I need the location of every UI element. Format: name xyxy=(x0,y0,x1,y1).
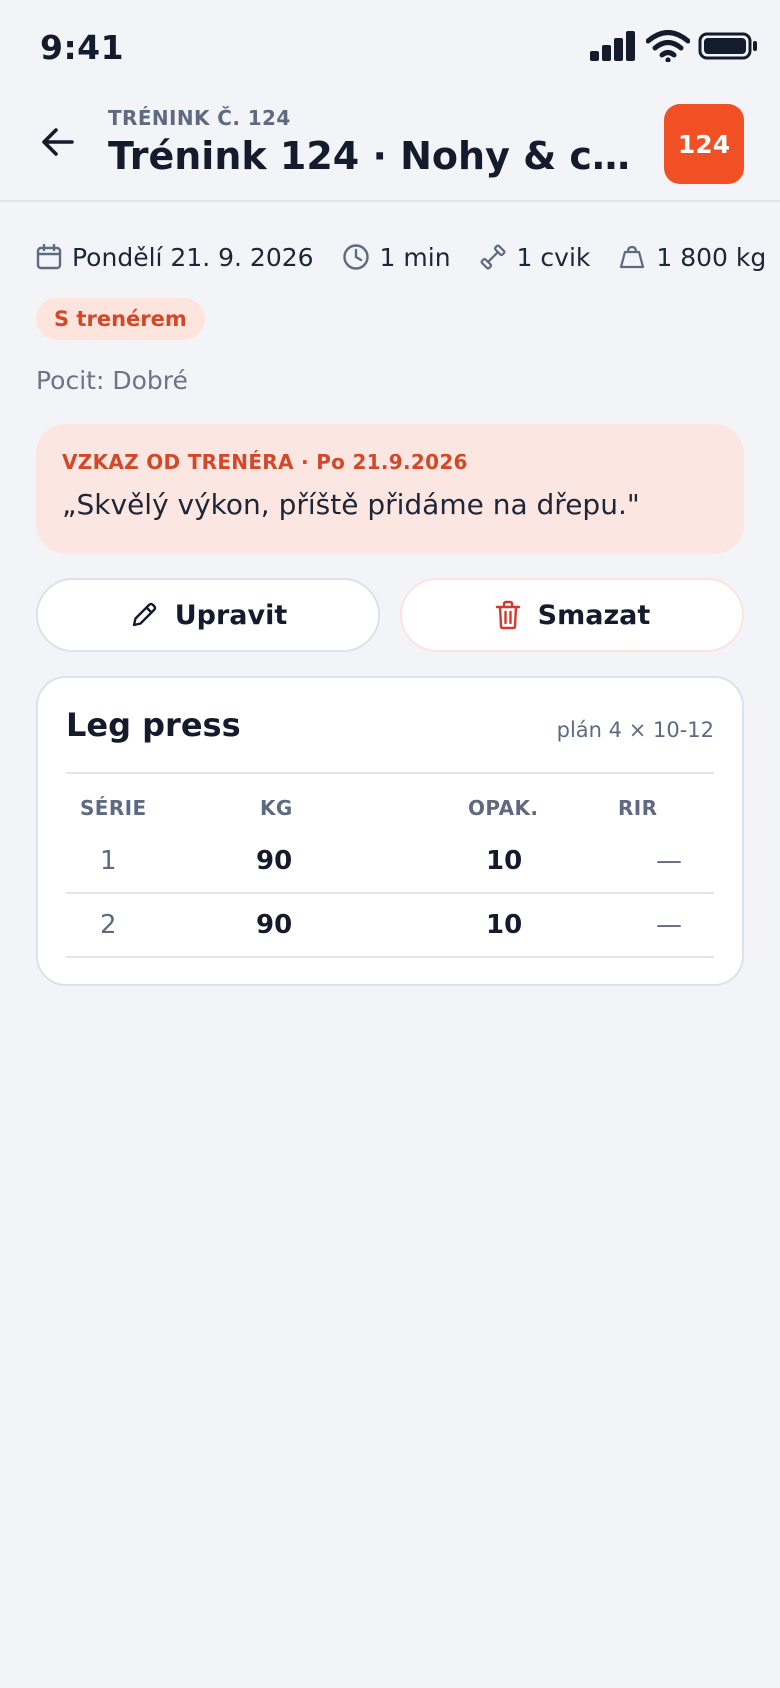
col-head-kg: KG xyxy=(260,796,293,820)
exercise-plan: plán 4 × 10-12 xyxy=(556,718,714,742)
workout-detail-screen: 9:41 TRÉNINK Č. 124 Trénink 124 · Nohy &… xyxy=(0,0,780,1688)
edit-button[interactable]: Upravit xyxy=(36,578,380,652)
trash-icon xyxy=(495,600,520,630)
workout-meta: Pondělí 21. 9. 2026 1 min 1 cvik 1 800 k… xyxy=(36,238,780,276)
card-divider xyxy=(66,772,714,774)
row-divider xyxy=(66,892,714,894)
row-divider xyxy=(66,956,714,958)
row-kg: 90 xyxy=(256,910,293,940)
meta-duration: 1 min xyxy=(342,243,451,272)
status-time: 9:41 xyxy=(40,28,125,67)
meta-volume: 1 800 kg xyxy=(618,243,766,272)
meta-date-label: Pondělí 21. 9. 2026 xyxy=(72,242,314,272)
row-set: 2 xyxy=(100,910,117,940)
status-bar: 9:41 xyxy=(0,0,780,96)
row-reps: 10 xyxy=(486,910,523,940)
exercise-card[interactable]: Leg press plán 4 × 10-12 SÉRIE KG OPAK. … xyxy=(36,676,744,986)
weight-icon xyxy=(620,245,645,269)
feeling-text: Pocit: Dobré xyxy=(36,366,188,395)
coach-message-text: „Skvělý výkon, příště přidáme na dřepu." xyxy=(62,488,640,521)
wifi-icon xyxy=(646,30,690,62)
meta-volume-label: 1 800 kg xyxy=(656,242,767,272)
meta-exercises-label: 1 cvik xyxy=(516,242,591,272)
coach-message: VZKAZ OD TRENÉRA · Po 21.9.2026 „Skvělý … xyxy=(36,424,744,554)
arrow-left-icon xyxy=(42,128,74,156)
delete-button[interactable]: Smazat xyxy=(400,578,744,652)
calendar-icon xyxy=(36,244,62,270)
row-rir: — xyxy=(656,910,682,940)
col-head-set: SÉRIE xyxy=(80,796,147,820)
col-head-reps: OPAK. xyxy=(468,796,539,820)
row-rir: — xyxy=(656,846,682,876)
row-set: 1 xyxy=(100,846,117,876)
header-kicker: TRÉNINK Č. 124 xyxy=(108,106,291,130)
exercise-name: Leg press xyxy=(66,706,241,744)
dumbbell-icon xyxy=(480,244,506,270)
back-button[interactable] xyxy=(34,118,82,166)
coach-badge: S trenérem xyxy=(36,298,205,340)
meta-duration-label: 1 min xyxy=(379,242,451,272)
signal-icon xyxy=(590,31,635,61)
delete-button-label: Smazat xyxy=(537,599,651,631)
row-reps: 10 xyxy=(486,846,523,876)
row-kg: 90 xyxy=(256,846,293,876)
battery-icon xyxy=(698,32,757,60)
pencil-icon xyxy=(132,602,156,627)
edit-button-label: Upravit xyxy=(174,599,288,631)
app-header: TRÉNINK Č. 124 Trénink 124 · Nohy & co..… xyxy=(0,96,780,202)
col-head-rir: RIR xyxy=(618,796,658,820)
meta-date: Pondělí 21. 9. 2026 xyxy=(36,243,314,272)
status-icons xyxy=(590,30,758,62)
meta-exercises: 1 cvik xyxy=(479,242,591,272)
coach-message-heading: VZKAZ OD TRENÉRA · Po 21.9.2026 xyxy=(62,450,468,474)
clock-icon xyxy=(342,244,369,270)
page-title: Trénink 124 · Nohy & co... xyxy=(108,134,648,178)
workout-number-badge: 124 xyxy=(664,104,744,184)
